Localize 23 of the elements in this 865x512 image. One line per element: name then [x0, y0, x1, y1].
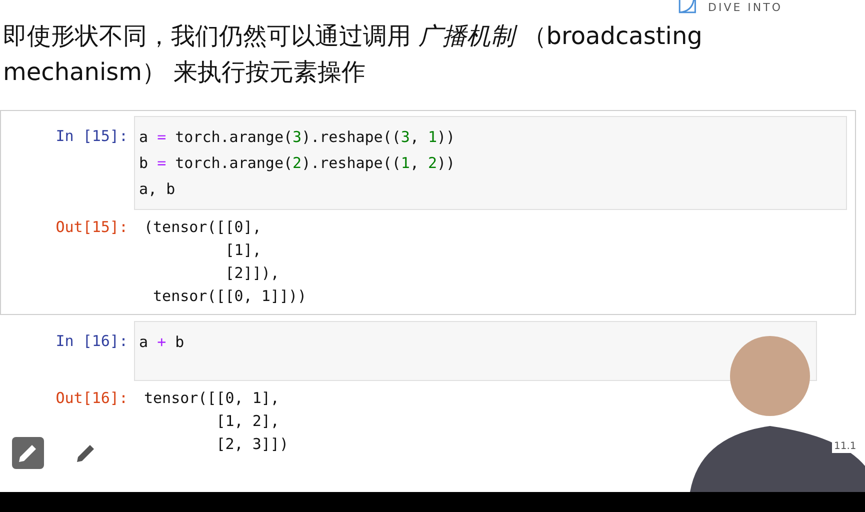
heading-text: 即使形状不同，我们仍然可以通过调用 广播机制 （broadcasting mechanism） 来执行按元素操作: [3, 21, 704, 88]
output-line: [1, 2],: [215, 411, 280, 432]
code-line: b = torch.arange(2).reshape((1, 2)): [139, 153, 456, 174]
code-line: a, b: [139, 179, 176, 200]
input-prompt: In [15]:: [54, 126, 129, 147]
output-prompt: Out[16]:: [54, 388, 129, 409]
output-prompt: Out[15]:: [54, 217, 129, 238]
code-line: a + b: [139, 332, 186, 353]
notebook-cell[interactable]: In [15]: a = torch.arange(3).reshape((3, 1)) b = torch.arange(2).reshape((1, 2)) a, b Out[15]: (tensor([[0], [1], [2]]), tensor([[0, 1]])): [0, 110, 856, 315]
output-line: tensor([[0, 1]])): [152, 286, 307, 307]
output-line: [1],: [224, 240, 262, 261]
logo-text: DIVE INTO: [708, 1, 783, 14]
code-editor[interactable]: a = torch.arange(3).reshape((3, 1)) b = torch.arange(2).reshape((1, 2)) a, b: [134, 116, 847, 210]
output-line: [2, 3]]): [215, 434, 288, 455]
code-line: a = torch.arange(3).reshape((3, 1)): [139, 127, 456, 148]
input-prompt: In [16]:: [54, 331, 129, 352]
code-editor[interactable]: a + b: [134, 321, 817, 381]
output-line: (tensor([[0],: [144, 217, 262, 238]
edit-button[interactable]: [12, 437, 44, 469]
notebook-cell[interactable]: In [16]: a + b Out[16]: tensor([[0, 1], [1, 2], [2, 3]]): [0, 315, 826, 463]
slide-number: 11.1: [832, 440, 858, 453]
output-line: [2]]),: [224, 263, 280, 284]
output-line: tensor([[0, 1],: [144, 388, 280, 409]
